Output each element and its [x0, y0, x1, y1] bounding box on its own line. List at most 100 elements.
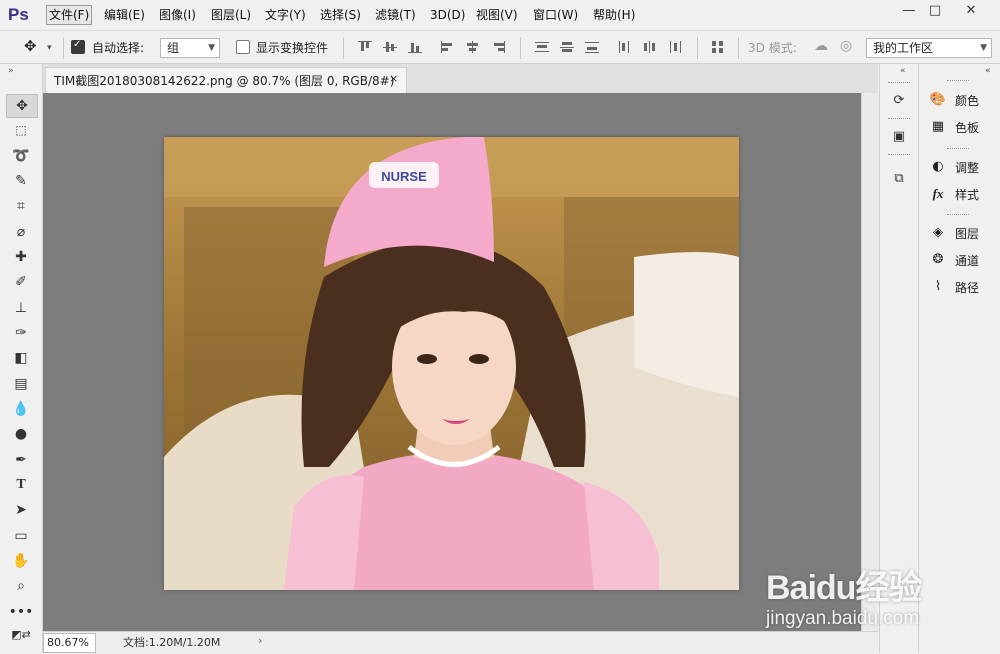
menu-select[interactable]: 选择(S) [318, 6, 363, 24]
document-image[interactable]: NURSE [164, 137, 739, 590]
menu-file[interactable]: 文件(F) [46, 5, 93, 25]
show-transform-checkbox[interactable] [236, 40, 250, 54]
panel-label-adjustments: 调整 [955, 161, 980, 175]
pen-tool-icon[interactable]: ✒ [6, 449, 36, 471]
crop-tool-icon[interactable]: ⌗ [6, 195, 36, 217]
3d-roll-icon[interactable]: ◎ [840, 37, 852, 55]
distribute-vcenter-icon[interactable] [560, 41, 574, 53]
menu-window[interactable]: 窗口(W) [531, 6, 580, 24]
chevron-down-icon: ▼ [208, 43, 215, 53]
panel-label-color: 颜色 [955, 94, 980, 108]
align-vcenter-icon[interactable] [383, 41, 397, 53]
menu-filter[interactable]: 滤镜(T) [373, 6, 418, 24]
menu-image[interactable]: 图像(I) [157, 6, 198, 24]
history-panel-icon[interactable]: ⟳ [890, 92, 908, 110]
collapse-strip-icon[interactable]: « [900, 66, 906, 76]
panel-color[interactable]: 🎨 颜色 [927, 89, 999, 111]
color-swatches-icon[interactable]: ◩⇄ [6, 624, 36, 646]
path-selection-tool-icon[interactable]: ➤ [6, 499, 36, 521]
close-window-button[interactable]: ✕ [956, 0, 986, 22]
align-bottom-icon[interactable] [408, 41, 422, 53]
auto-select-target-select[interactable]: 组 ▼ [160, 38, 220, 58]
distribute-top-icon[interactable] [535, 41, 549, 53]
panel-grip[interactable] [947, 214, 969, 218]
panel-swatches[interactable]: ▦ 色板 [927, 116, 999, 138]
styles-icon: fx [932, 186, 944, 201]
menu-edit[interactable]: 编辑(E) [102, 6, 147, 24]
history-brush-tool-icon[interactable]: ✑ [6, 322, 36, 344]
panel-label-paths: 路径 [955, 281, 980, 295]
distribute-hcenter-icon[interactable] [643, 41, 657, 53]
auto-select-target-value: 组 [167, 41, 180, 55]
auto-select-checkbox[interactable] [71, 39, 85, 54]
move-tool-icon[interactable]: ✥ [6, 94, 38, 118]
watermark-brand: Baidu经验 [766, 569, 922, 607]
zoom-input[interactable]: 80.67% [43, 633, 96, 653]
menu-type[interactable]: 文字(Y) [263, 6, 308, 24]
panel-label-layers: 图层 [955, 227, 980, 241]
marquee-tool-icon[interactable]: ⬚ [6, 119, 36, 141]
panel-grip[interactable] [888, 154, 910, 158]
document-size-info: 文档:1.20M/1.20M [123, 636, 221, 649]
options-bar: ✥ ▾ 自动选择: 组 ▼ 显示变换控件 3D 模式: ☁ ◎ 我的工作区 ▼ [0, 31, 1000, 64]
eraser-tool-icon[interactable]: ◧ [6, 347, 36, 369]
panel-channels[interactable]: ❂ 通道 [927, 249, 999, 271]
gradient-tool-icon[interactable]: ▤ [6, 373, 36, 395]
restore-button[interactable]: □ [920, 0, 950, 22]
chevron-down-icon: ▼ [980, 43, 987, 53]
auto-align-icon[interactable] [711, 41, 725, 53]
distribute-left-icon[interactable] [618, 41, 632, 53]
status-menu-arrow-icon[interactable]: › [258, 634, 262, 647]
panel-styles[interactable]: fx 样式 [927, 183, 999, 205]
panel-adjustments[interactable]: ◐ 调整 [927, 156, 999, 178]
align-right-icon[interactable] [491, 41, 505, 53]
healing-brush-tool-icon[interactable]: ✚ [6, 246, 36, 268]
collapse-panels-icon[interactable]: « [985, 66, 991, 76]
panel-label-swatches: 色板 [955, 121, 980, 135]
panel-grip[interactable] [947, 148, 969, 152]
blur-tool-icon[interactable]: 💧 [6, 398, 36, 420]
rectangle-tool-icon[interactable]: ▭ [6, 525, 36, 547]
panel-layers[interactable]: ◈ 图层 [927, 222, 999, 244]
photo-illustration: NURSE [164, 137, 739, 590]
zoom-tool-icon[interactable]: ⌕ [6, 575, 36, 597]
swatches-icon: ▦ [931, 119, 945, 134]
menu-bar: Ps 文件(F) 编辑(E) 图像(I) 图层(L) 文字(Y) 选择(S) 滤… [0, 0, 1000, 31]
align-top-icon[interactable] [358, 41, 372, 53]
distribute-right-icon[interactable] [668, 41, 682, 53]
panel-grip[interactable] [888, 82, 910, 86]
clone-stamp-tool-icon[interactable]: ⊥ [6, 297, 36, 319]
divider [520, 37, 521, 59]
lasso-tool-icon[interactable]: ➰ [6, 145, 36, 167]
move-tool-preset-icon[interactable]: ✥ [24, 37, 37, 55]
quick-select-tool-icon[interactable]: ✎ [6, 170, 36, 192]
panel-grip[interactable] [888, 118, 910, 122]
panel-paths[interactable]: ⌇ 路径 [927, 276, 999, 298]
align-left-icon[interactable] [441, 41, 455, 53]
menu-3d[interactable]: 3D(D) [428, 6, 467, 24]
menu-view[interactable]: 视图(V) [474, 6, 520, 24]
panel-grip[interactable] [947, 80, 969, 84]
menu-help[interactable]: 帮助(H) [591, 6, 637, 24]
distribute-bottom-icon[interactable] [585, 41, 599, 53]
document-tab[interactable]: TIM截图20180308142622.png @ 80.7% (图层 0, R… [45, 67, 407, 94]
baidu-watermark: Baidu经验 jingyan.baidu.com [760, 540, 990, 640]
hand-tool-icon[interactable]: ✋ [6, 550, 36, 572]
collapse-tools-icon[interactable]: » [8, 66, 14, 76]
brush-tool-icon[interactable]: ✐ [6, 271, 36, 293]
dodge-tool-icon[interactable]: ● [6, 423, 36, 445]
type-tool-icon[interactable]: T [6, 474, 36, 496]
close-document-icon[interactable]: × [389, 72, 398, 85]
properties-panel-icon[interactable]: ▣ [890, 128, 908, 146]
3d-mode-label: 3D 模式: [748, 41, 797, 55]
workspace-select[interactable]: 我的工作区 ▼ [866, 38, 992, 58]
libraries-panel-icon[interactable]: ⧉ [890, 170, 908, 188]
menu-layer[interactable]: 图层(L) [209, 6, 253, 24]
eyedropper-tool-icon[interactable]: ⌀ [6, 221, 36, 243]
more-tools-icon[interactable]: ••• [6, 601, 36, 623]
align-hcenter-icon[interactable] [466, 41, 480, 53]
divider [343, 37, 344, 59]
divider [63, 37, 64, 59]
3d-orbit-icon[interactable]: ☁ [814, 37, 828, 55]
preset-dropdown-caret-icon[interactable]: ▾ [47, 39, 52, 57]
